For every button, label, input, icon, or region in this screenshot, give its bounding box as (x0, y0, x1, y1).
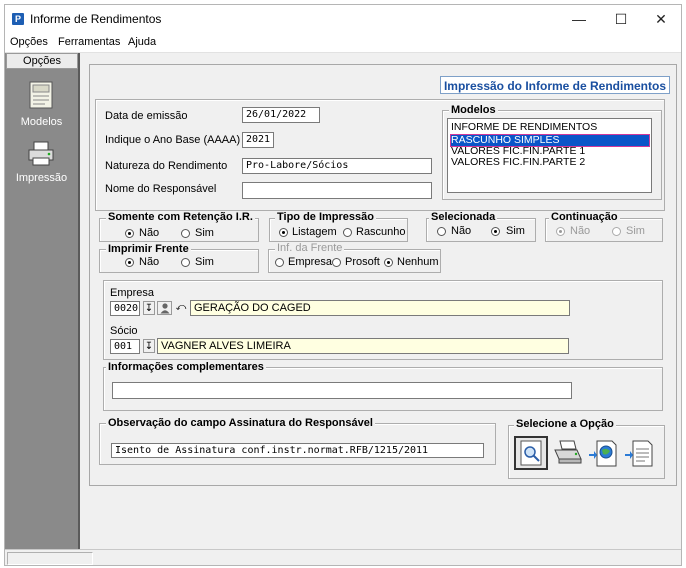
printer-icon (28, 141, 54, 166)
empresa-code-field[interactable]: 0020 (110, 301, 140, 316)
inf-nenhum-label[interactable]: Nenhum (397, 256, 439, 268)
natureza-label: Natureza do Rendimento (105, 160, 228, 172)
selecionada-nao-label[interactable]: Não (451, 225, 471, 237)
retencao-nao-radio[interactable] (125, 229, 134, 238)
selecionada-sim-radio[interactable] (491, 227, 500, 236)
rascunho-radio[interactable] (343, 228, 352, 237)
empresa-undo-icon[interactable]: ⤺ (175, 301, 187, 315)
inf-prosoft-radio[interactable] (332, 258, 341, 267)
frente-sim-label[interactable]: Sim (195, 256, 214, 268)
info-complementares-field[interactable] (112, 382, 572, 399)
sidebar-item-modelos[interactable]: Modelos (5, 79, 78, 129)
menu-bar: Opções Ferramentas Ajuda (5, 33, 681, 53)
inf-prosoft-label[interactable]: Prosoft (345, 256, 380, 268)
continuacao-sim-label: Sim (626, 225, 645, 237)
empresa-label: Empresa (110, 287, 155, 299)
retencao-sim-radio[interactable] (181, 229, 190, 238)
ano-base-field[interactable]: 2021 (242, 132, 274, 148)
imprimir-frente-legend: Imprimir Frente (106, 243, 191, 255)
menu-ferramentas[interactable]: Ferramentas (58, 36, 120, 48)
app-logo-icon: P (12, 13, 24, 25)
export-globe-icon (589, 440, 617, 467)
responsavel-field[interactable] (242, 182, 432, 199)
socio-code-field[interactable]: 001 (110, 339, 140, 354)
inf-nenhum-radio[interactable] (384, 258, 393, 267)
export-document-icon (625, 440, 653, 467)
sidebar-item-label: Impressão (15, 172, 68, 184)
status-cell (7, 552, 93, 565)
sidebar: Opções Modelos Impressão (5, 53, 80, 549)
responsavel-label: Nome do Responsável (105, 183, 217, 195)
selecionada-legend: Selecionada (429, 211, 498, 223)
preview-icon (520, 440, 542, 466)
document-icon (29, 81, 53, 109)
empresa-user-icon[interactable] (157, 301, 172, 315)
maximize-icon[interactable]: ☐ (603, 7, 639, 31)
selecionada-sim-label[interactable]: Sim (506, 225, 525, 237)
list-item[interactable]: INFORME DE RENDIMENTOS (451, 122, 649, 133)
listagem-radio[interactable] (279, 228, 288, 237)
empresa-lookup-icon[interactable]: ↧ (143, 301, 155, 315)
print-button[interactable] (551, 436, 585, 470)
sidebar-header[interactable]: Opções (6, 53, 78, 69)
export-file-button[interactable] (623, 436, 657, 470)
socio-lookup-icon[interactable]: ↧ (143, 339, 155, 353)
continuacao-sim-radio (612, 227, 621, 236)
empresa-name-field[interactable]: GERAÇÃO DO CAGED (190, 300, 570, 316)
continuacao-nao-label: Não (570, 225, 591, 237)
title-bar: P Informe de Rendimentos — ☐ ✕ (5, 5, 681, 33)
sidebar-item-impressao[interactable]: Impressão (5, 137, 78, 187)
retencao-sim-label[interactable]: Sim (195, 227, 214, 239)
close-icon[interactable]: ✕ (643, 7, 679, 31)
preview-button[interactable] (514, 436, 548, 470)
listagem-label[interactable]: Listagem (292, 226, 337, 238)
observacao-legend: Observação do campo Assinatura do Respon… (106, 417, 375, 429)
frente-nao-radio[interactable] (125, 258, 134, 267)
natureza-field[interactable]: Pro-Labore/Sócios (242, 158, 432, 174)
sidebar-item-label: Modelos (20, 116, 63, 128)
frente-nao-label[interactable]: Não (139, 256, 159, 268)
continuacao-nao-radio (556, 227, 565, 236)
modelos-listbox[interactable]: INFORME DE RENDIMENTOS RASCUNHO SIMPLES … (447, 118, 652, 193)
minimize-icon[interactable]: — (561, 7, 597, 31)
menu-opcoes[interactable]: Opções (10, 36, 48, 48)
export-web-button[interactable] (587, 436, 621, 470)
list-item[interactable]: VALORES FIC.FIN.PARTE 2 (451, 157, 649, 168)
tipo-impressao-legend: Tipo de Impressão (275, 211, 376, 223)
data-emissao-label: Data de emissão (105, 110, 188, 122)
ano-base-label: Indique o Ano Base (AAAA) (105, 134, 241, 146)
inf-frente-legend: Inf. da Frente (275, 242, 345, 254)
printer-icon (554, 440, 582, 464)
retencao-legend: Somente com Retenção I.R. (106, 211, 255, 223)
observacao-field[interactable]: Isento de Assinatura conf.instr.normat.R… (111, 443, 484, 458)
socio-label: Sócio (110, 325, 138, 337)
frente-sim-radio[interactable] (181, 258, 190, 267)
selecione-opcao-legend: Selecione a Opção (514, 418, 616, 430)
status-bar (5, 549, 681, 565)
menu-ajuda[interactable]: Ajuda (128, 36, 156, 48)
selecionada-nao-radio[interactable] (437, 227, 446, 236)
socio-name-field[interactable]: VAGNER ALVES LIMEIRA (157, 338, 569, 354)
data-emissao-field[interactable]: 26/01/2022 (242, 107, 320, 123)
continuacao-legend: Continuação (549, 211, 620, 223)
retencao-nao-label[interactable]: Não (139, 227, 159, 239)
rascunho-label[interactable]: Rascunho (356, 226, 406, 238)
modelos-legend: Modelos (449, 104, 498, 116)
inf-empresa-label[interactable]: Empresa (288, 256, 332, 268)
info-complementares-legend: Informações complementares (106, 361, 266, 373)
window-title: Informe de Rendimentos (30, 12, 162, 26)
page-title: Impressão do Informe de Rendimentos (440, 76, 670, 94)
inf-empresa-radio[interactable] (275, 258, 284, 267)
